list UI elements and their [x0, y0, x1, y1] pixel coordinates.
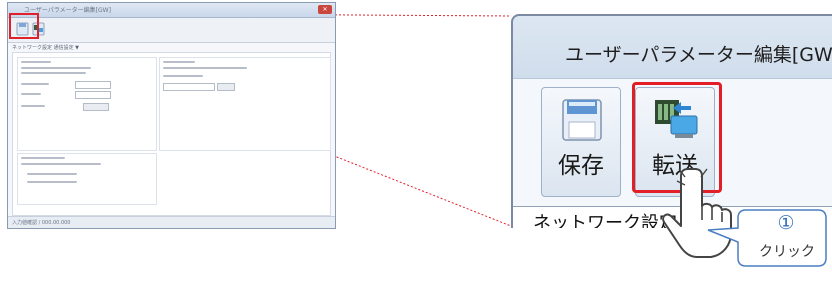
thumbnail-text-line [21, 157, 65, 159]
thumbnail-text-line [27, 173, 77, 175]
thumbnail-status-text: 入力値確認 / 000.00.000 [12, 220, 71, 226]
thumbnail-input[interactable] [75, 81, 111, 89]
thumbnail-text-line [163, 75, 203, 77]
thumbnail-text-line [163, 61, 195, 63]
thumbnail-text-line [21, 67, 91, 69]
thumbnail-toolbar [8, 18, 335, 43]
thumbnail-highlight [9, 13, 39, 39]
thumbnail-panel-comm [159, 57, 331, 151]
thumbnail-select[interactable] [75, 91, 111, 99]
zoomed-title: ユーザーパラメーター編集[GW [565, 44, 832, 66]
thumbnail-statusbar: 入力値確認 / 000.00.000 [8, 216, 335, 228]
thumbnail-panel-sensor [17, 153, 157, 205]
thumbnail-text-line [21, 72, 86, 74]
thumbnail-titlebar: ユーザーパラメーター編集[GW] ✕ [8, 3, 335, 18]
thumbnail-text-line [27, 181, 77, 183]
floppy-disk-icon [562, 99, 602, 141]
thumbnail-text-line [163, 67, 247, 69]
click-instruction: クリック [759, 244, 815, 260]
save-button[interactable]: 保存 [541, 87, 621, 197]
thumbnail-text-line [21, 83, 49, 85]
thumbnail-select[interactable] [163, 83, 215, 91]
thumbnail-button[interactable] [83, 103, 109, 111]
thumbnail-button[interactable] [217, 83, 235, 91]
thumbnail-text-line [21, 93, 41, 95]
step-number: ① [777, 212, 795, 234]
save-button-label: 保存 [558, 153, 604, 179]
thumbnail-body [12, 52, 331, 216]
thumbnail-window: ユーザーパラメーター編集[GW] ✕ ネットワーク設定 通信設定 ▼ 入力値確認… [7, 2, 336, 229]
thumbnail-text-line [21, 61, 51, 63]
thumbnail-tab-label: ネットワーク設定 通信設定 ▼ [12, 45, 80, 51]
thumbnail-close-button[interactable]: ✕ [318, 5, 332, 14]
thumbnail-text-line [21, 105, 45, 107]
thumbnail-text-line [21, 163, 101, 165]
